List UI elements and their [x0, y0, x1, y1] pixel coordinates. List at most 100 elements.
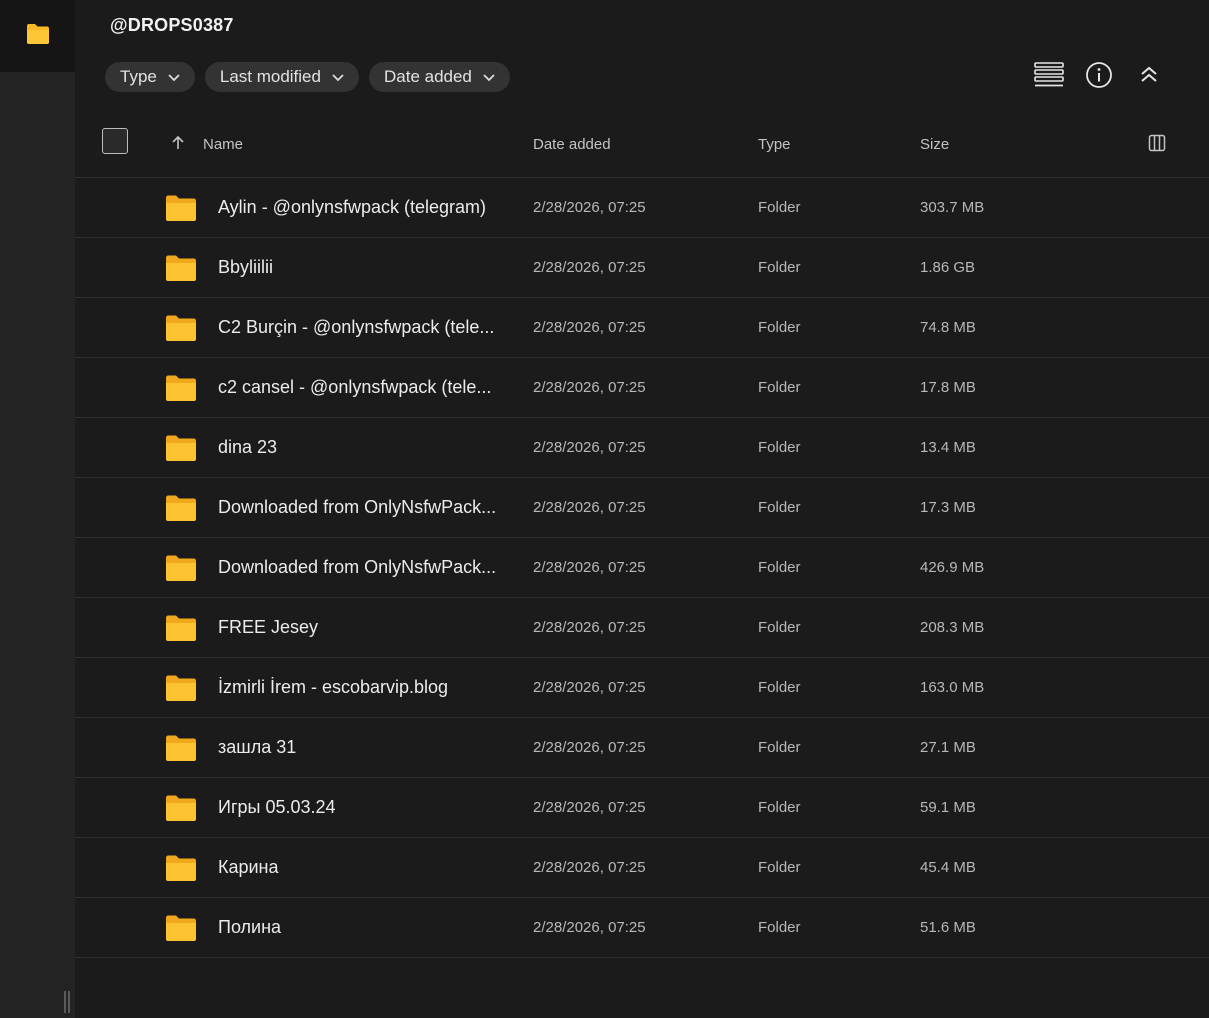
date-added: 2/28/2026, 07:25: [533, 379, 646, 396]
info-icon: [1085, 61, 1113, 94]
column-header-size[interactable]: Size: [920, 112, 949, 177]
table-row[interactable]: Игры 05.03.24 2/28/2026, 07:25 Folder 59.1 …: [75, 778, 1209, 838]
table-row[interactable]: Downloaded from OnlyNsfwPack... 2/28/2026…: [75, 478, 1209, 538]
file-type: Folder: [758, 619, 801, 636]
date-added-filter-chip[interactable]: Date added: [368, 62, 510, 92]
folder-icon: [165, 194, 197, 227]
table-row[interactable]: зашла 31 2/28/2026, 07:25 Folder 27.1 MB: [75, 718, 1209, 778]
column-header-type[interactable]: Type: [758, 112, 791, 177]
file-name[interactable]: C2 Burçin - @onlynsfwpack (tele...: [218, 298, 508, 357]
file-size: 208.3 MB: [920, 619, 985, 636]
file-type: Folder: [758, 919, 801, 936]
file-size: 163.0 MB: [920, 679, 985, 696]
list-view-icon: [1034, 61, 1064, 93]
file-size: 59.1 MB: [920, 799, 976, 816]
file-name[interactable]: Карина: [218, 838, 508, 897]
file-name[interactable]: Downloaded from OnlyNsfwPack...: [218, 538, 508, 597]
column-header-name[interactable]: Name: [203, 112, 243, 177]
folder-icon: [165, 254, 197, 287]
date-added: 2/28/2026, 07:25: [533, 559, 646, 576]
date-added: 2/28/2026, 07:25: [533, 859, 646, 876]
file-name[interactable]: Bbyliilii: [218, 238, 508, 297]
select-all-checkbox[interactable]: [102, 128, 128, 154]
file-name[interactable]: Полина: [218, 898, 508, 957]
folder-icon: [165, 614, 197, 647]
folder-icon: [165, 314, 197, 347]
file-browser: @DROPS0387 Type Last modified Date added: [75, 0, 1209, 1018]
file-name[interactable]: Aylin - @onlynsfwpack (telegram): [218, 178, 508, 237]
chevron-down-icon: [331, 73, 345, 82]
date-added: 2/28/2026, 07:25: [533, 919, 646, 936]
date-added: 2/28/2026, 07:25: [533, 439, 646, 456]
folder-icon: [165, 734, 197, 767]
table-row[interactable]: FREE Jesey 2/28/2026, 07:25 Folder 208.3 MB: [75, 598, 1209, 658]
table-row[interactable]: c2 cansel - @onlynsfwpack (tele... 2/28/2…: [75, 358, 1209, 418]
table-header: Name Date added Type Size: [75, 112, 1209, 178]
file-size: 74.8 MB: [920, 319, 976, 336]
file-size: 1.86 GB: [920, 259, 976, 276]
table-row[interactable]: İzmirli İrem - escobarvip.blog 2/28/2026,…: [75, 658, 1209, 718]
date-added: 2/28/2026, 07:25: [533, 619, 646, 636]
date-added: 2/28/2026, 07:25: [533, 499, 646, 516]
folder-icon: [165, 914, 197, 947]
table-row[interactable]: Карина 2/28/2026, 07:25 Folder 45.4 MB: [75, 838, 1209, 898]
page-title: @DROPS0387: [110, 15, 234, 35]
column-settings-button[interactable]: [1148, 112, 1166, 177]
folder-icon: [165, 494, 197, 527]
file-type: Folder: [758, 379, 801, 396]
collapse-icon: [1139, 65, 1159, 90]
rail-folder-button[interactable]: [0, 0, 75, 72]
table-row[interactable]: Aylin - @onlynsfwpack (telegram) 2/28/202…: [75, 178, 1209, 238]
folder-icon: [165, 434, 197, 467]
chevron-down-icon: [167, 73, 181, 82]
file-size: 17.3 MB: [920, 499, 976, 516]
file-name[interactable]: FREE Jesey: [218, 598, 508, 657]
file-type: Folder: [758, 799, 801, 816]
file-name[interactable]: İzmirli İrem - escobarvip.blog: [218, 658, 508, 717]
file-name[interactable]: Игры 05.03.24: [218, 778, 508, 837]
file-list: Aylin - @onlynsfwpack (telegram) 2/28/202…: [75, 178, 1209, 958]
file-size: 51.6 MB: [920, 919, 976, 936]
info-button[interactable]: [1082, 60, 1116, 94]
table-row[interactable]: C2 Burçin - @onlynsfwpack (tele... 2/28/2…: [75, 298, 1209, 358]
type-filter-chip[interactable]: Type: [105, 62, 195, 92]
file-type: Folder: [758, 679, 801, 696]
date-added: 2/28/2026, 07:25: [533, 319, 646, 336]
file-name[interactable]: c2 cansel - @onlynsfwpack (tele...: [218, 358, 508, 417]
file-type: Folder: [758, 859, 801, 876]
folder-icon: [165, 794, 197, 827]
table-row[interactable]: dina 23 2/28/2026, 07:25 Folder 13.4 MB: [75, 418, 1209, 478]
file-type: Folder: [758, 499, 801, 516]
file-name[interactable]: Downloaded from OnlyNsfwPack...: [218, 478, 508, 537]
sort-ascending-icon: [170, 135, 186, 155]
file-type: Folder: [758, 199, 801, 216]
folder-icon: [25, 23, 51, 50]
chip-label: Type: [120, 67, 157, 86]
column-settings-icon: [1148, 134, 1166, 156]
last-modified-filter-chip[interactable]: Last modified: [204, 62, 359, 92]
file-size: 426.9 MB: [920, 559, 985, 576]
folder-icon: [165, 374, 197, 407]
date-added: 2/28/2026, 07:25: [533, 259, 646, 276]
file-name[interactable]: зашла 31: [218, 718, 508, 777]
file-type: Folder: [758, 439, 801, 456]
file-size: 27.1 MB: [920, 739, 976, 756]
list-view-button[interactable]: [1032, 60, 1066, 94]
resize-handle[interactable]: [63, 991, 71, 1013]
collapse-button[interactable]: [1132, 60, 1166, 94]
chip-label: Last modified: [219, 67, 321, 86]
table-row[interactable]: Полина 2/28/2026, 07:25 Folder 51.6 MB: [75, 898, 1209, 958]
file-type: Folder: [758, 319, 801, 336]
date-added: 2/28/2026, 07:25: [533, 799, 646, 816]
date-added: 2/28/2026, 07:25: [533, 679, 646, 696]
file-name[interactable]: dina 23: [218, 418, 508, 477]
sort-button[interactable]: [170, 112, 186, 177]
file-size: 17.8 MB: [920, 379, 976, 396]
column-header-date-added[interactable]: Date added: [533, 112, 611, 177]
file-type: Folder: [758, 259, 801, 276]
folder-icon: [165, 554, 197, 587]
table-row[interactable]: Downloaded from OnlyNsfwPack... 2/28/2026…: [75, 538, 1209, 598]
file-size: 45.4 MB: [920, 859, 976, 876]
chip-label: Date added: [383, 67, 472, 86]
table-row[interactable]: Bbyliilii 2/28/2026, 07:25 Folder 1.86 GB: [75, 238, 1209, 298]
